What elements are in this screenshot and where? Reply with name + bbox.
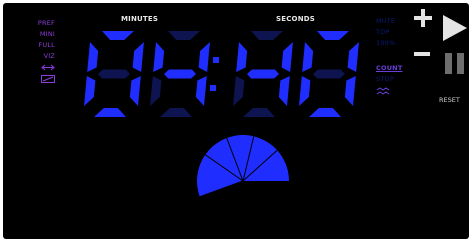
seconds-ones-digit: [299, 31, 359, 117]
segment-a: [251, 31, 283, 40]
segment-f: [87, 42, 99, 72]
segment-e: [150, 76, 162, 106]
segment-f: [302, 42, 314, 72]
volume-option[interactable]: 100%: [376, 38, 416, 49]
segment-a: [102, 31, 134, 40]
plus-icon[interactable]: [414, 9, 432, 31]
segment-a: [317, 31, 349, 40]
colon-top-dot: [213, 57, 219, 63]
seconds-tens-digit: [233, 31, 293, 117]
segment-g: [313, 69, 345, 79]
minus-icon[interactable]: [414, 41, 430, 60]
segment-c: [278, 76, 290, 106]
segment-g: [164, 69, 196, 79]
segment-f: [236, 42, 248, 72]
reset-button[interactable]: RESET: [439, 96, 460, 104]
segment-d: [309, 108, 341, 117]
segment-b: [281, 42, 293, 72]
colon-bottom-dot: [210, 85, 216, 91]
right-menu: MUTE TOP 100% COUNT STOP: [376, 16, 416, 96]
stop-option[interactable]: STOP: [376, 74, 416, 85]
elapsed-sector: [197, 135, 289, 197]
segment-f: [153, 42, 165, 72]
top-option[interactable]: TOP: [376, 27, 416, 38]
timer-window: PREF MINI FULL VIZ MINUTES SECONDS MUTE …: [0, 0, 472, 244]
pause-icon[interactable]: [445, 53, 464, 78]
pie-sector-icon: [197, 135, 289, 198]
segment-d: [243, 108, 275, 117]
segment-e: [299, 76, 311, 106]
segment-b: [132, 42, 144, 72]
minutes-ones-digit: [150, 31, 210, 117]
timer-panel: PREF MINI FULL VIZ MINUTES SECONDS MUTE …: [3, 3, 469, 239]
segment-d: [94, 108, 126, 117]
segment-c: [344, 76, 356, 106]
segment-a: [168, 31, 200, 40]
minutes-tens-digit: [84, 31, 144, 117]
link-arrows-icon[interactable]: [376, 85, 416, 96]
segment-b: [347, 42, 359, 72]
segment-e: [84, 76, 96, 106]
segment-g: [247, 69, 279, 79]
segment-g: [98, 69, 130, 79]
segment-c: [129, 76, 141, 106]
segment-e: [233, 76, 245, 106]
mute-option[interactable]: MUTE: [376, 16, 416, 27]
play-icon[interactable]: [443, 15, 467, 45]
segment-b: [198, 42, 210, 72]
segment-d: [160, 108, 192, 117]
segment-c: [195, 76, 207, 106]
count-option[interactable]: COUNT: [376, 63, 416, 74]
